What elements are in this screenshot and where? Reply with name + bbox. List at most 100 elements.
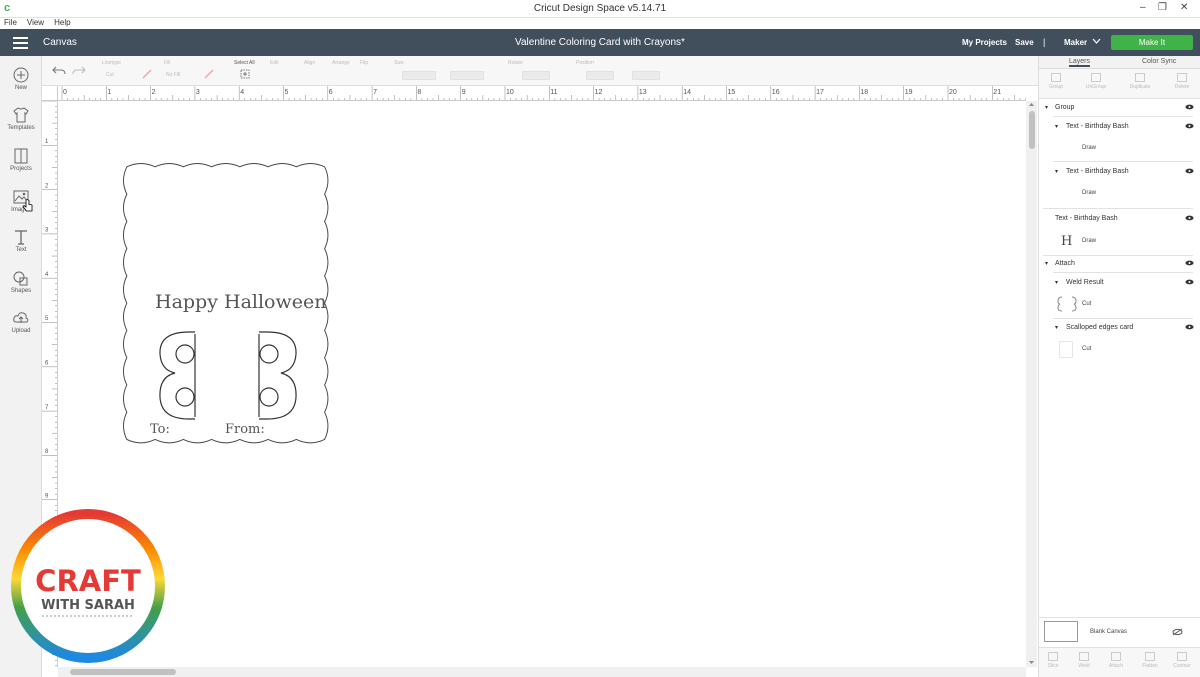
fill-select[interactable]: No Fill [166, 72, 180, 78]
eye-icon[interactable] [1185, 168, 1194, 174]
weld-button[interactable]: Weld [1067, 652, 1101, 669]
app-header: Canvas Valentine Coloring Card with Cray… [0, 29, 1200, 56]
layer-operation: Cut [1082, 301, 1092, 307]
eye-icon[interactable] [1185, 104, 1194, 110]
collapse-caret-icon[interactable]: ▾ [1045, 104, 1048, 111]
save-button[interactable]: Save [1015, 38, 1034, 47]
position-y-input[interactable] [632, 71, 660, 80]
tool-label: Shapes [10, 288, 32, 294]
close-icon[interactable]: ✕ [1180, 2, 1188, 13]
to-label: To: [150, 422, 170, 437]
ruler-mark-label: 3 [45, 228, 49, 234]
scroll-up-icon[interactable] [1028, 102, 1035, 107]
eye-icon[interactable] [1185, 324, 1194, 330]
blank-canvas-label: Blank Canvas [1090, 629, 1128, 635]
shapes-icon [13, 271, 28, 286]
slice-button[interactable]: Slice [1036, 652, 1070, 669]
tool-label: Projects [10, 166, 32, 172]
ruler-mark-label: 20 [949, 89, 957, 96]
eye-icon[interactable] [1185, 260, 1194, 266]
attach-button[interactable]: Attach [1099, 652, 1133, 669]
group-button[interactable]: Group [1041, 73, 1071, 90]
duplicate-button[interactable]: Duplicate [1125, 73, 1155, 90]
weld-result-shape[interactable] [159, 331, 297, 420]
width-input[interactable] [402, 71, 436, 80]
ungroup-icon [1091, 73, 1101, 82]
height-input[interactable] [450, 71, 484, 80]
menu-view[interactable]: View [27, 17, 44, 29]
blank-canvas-swatch[interactable] [1044, 621, 1078, 642]
trash-icon [1177, 73, 1187, 82]
divider [1043, 255, 1193, 256]
position-label: Position [576, 60, 594, 66]
menu-bar: File View Help [0, 17, 1200, 29]
text-icon [15, 230, 27, 245]
text-button[interactable]: Text [0, 228, 42, 253]
weld-icon [1079, 652, 1089, 661]
collapse-caret-icon[interactable]: ▾ [1055, 324, 1058, 331]
projects-button[interactable]: Projects [0, 147, 42, 172]
ungroup-button[interactable]: UnGroup [1081, 73, 1111, 90]
vertical-scrollbar[interactable] [1026, 101, 1037, 667]
select-all-icon[interactable] [240, 69, 250, 79]
weld-thumbnail-icon [1057, 296, 1077, 312]
machine-selector[interactable]: Maker [1064, 38, 1087, 47]
fill-color-icon[interactable] [204, 69, 214, 79]
arrange-label: Arrange [332, 60, 350, 66]
linetype-color-icon[interactable] [142, 69, 152, 79]
ruler-mark-label: 3 [196, 89, 200, 96]
horizontal-scroll-thumb[interactable] [70, 669, 176, 675]
layer-thumbnail: H [1061, 234, 1073, 249]
select-all-label: Select All [234, 60, 255, 66]
layers-panel: Layers Color Sync Group UnGroup Duplicat… [1038, 56, 1200, 677]
from-label: From: [225, 422, 265, 437]
flatten-icon [1145, 652, 1155, 661]
delete-button[interactable]: Delete [1167, 73, 1197, 90]
ruler-mark-label: 8 [417, 89, 421, 96]
tab-layers[interactable]: Layers [1069, 58, 1091, 67]
craft-with-sarah-logo: CRAFT WITH SARAH [11, 509, 165, 663]
tab-color-sync[interactable]: Color Sync [1142, 58, 1176, 65]
collapse-caret-icon[interactable]: ▾ [1045, 260, 1048, 267]
layer-operation: Draw [1082, 238, 1097, 244]
redo-icon[interactable] [72, 65, 86, 75]
eye-icon[interactable] [1185, 123, 1194, 129]
horizontal-scrollbar[interactable] [58, 667, 1026, 677]
menu-file[interactable]: File [4, 17, 17, 29]
ruler-mark-label: 5 [285, 89, 289, 96]
collapse-caret-icon[interactable]: ▾ [1055, 279, 1058, 286]
group-icon [1051, 73, 1061, 82]
collapse-caret-icon[interactable]: ▾ [1055, 123, 1058, 130]
collapse-caret-icon[interactable]: ▾ [1055, 168, 1058, 175]
make-it-button[interactable]: Make It [1111, 35, 1193, 50]
layer-tools: Group UnGroup Duplicate Delete [1039, 69, 1200, 99]
eye-icon[interactable] [1185, 215, 1194, 221]
scroll-down-icon[interactable] [1028, 660, 1035, 665]
eye-icon[interactable] [1185, 279, 1194, 285]
rotate-input[interactable] [522, 71, 550, 80]
templates-button[interactable]: Templates [0, 106, 42, 131]
upload-button[interactable]: Upload [0, 309, 42, 334]
linetype-select[interactable]: Cut [106, 72, 114, 78]
ruler-mark-label: 10 [506, 89, 514, 96]
new-button[interactable]: New [0, 66, 42, 91]
contour-button[interactable]: Contour [1165, 652, 1199, 669]
menu-help[interactable]: Help [54, 17, 70, 29]
ruler-mark-label: 8 [45, 449, 49, 455]
ruler-mark-label: 14 [683, 89, 691, 96]
chevron-down-icon[interactable] [1092, 37, 1101, 45]
maximize-icon[interactable]: ❐ [1158, 2, 1167, 13]
shirt-icon [13, 107, 29, 123]
undo-icon[interactable] [52, 65, 66, 75]
design-canvas[interactable]: Happy Halloween To: From: [59, 102, 1025, 667]
ruler-mark-label: 21 [993, 89, 1001, 96]
my-projects-button[interactable]: My Projects [962, 38, 1007, 47]
position-x-input[interactable] [586, 71, 614, 80]
shapes-button[interactable]: Shapes [0, 269, 42, 294]
flatten-button[interactable]: Flatten [1133, 652, 1167, 669]
vertical-scroll-thumb[interactable] [1029, 111, 1035, 149]
minimize-icon[interactable]: – [1140, 2, 1146, 13]
eye-hidden-icon[interactable] [1172, 628, 1183, 636]
scalloped-card[interactable]: Happy Halloween To: From: [119, 157, 335, 449]
images-button[interactable]: Images [0, 188, 42, 213]
